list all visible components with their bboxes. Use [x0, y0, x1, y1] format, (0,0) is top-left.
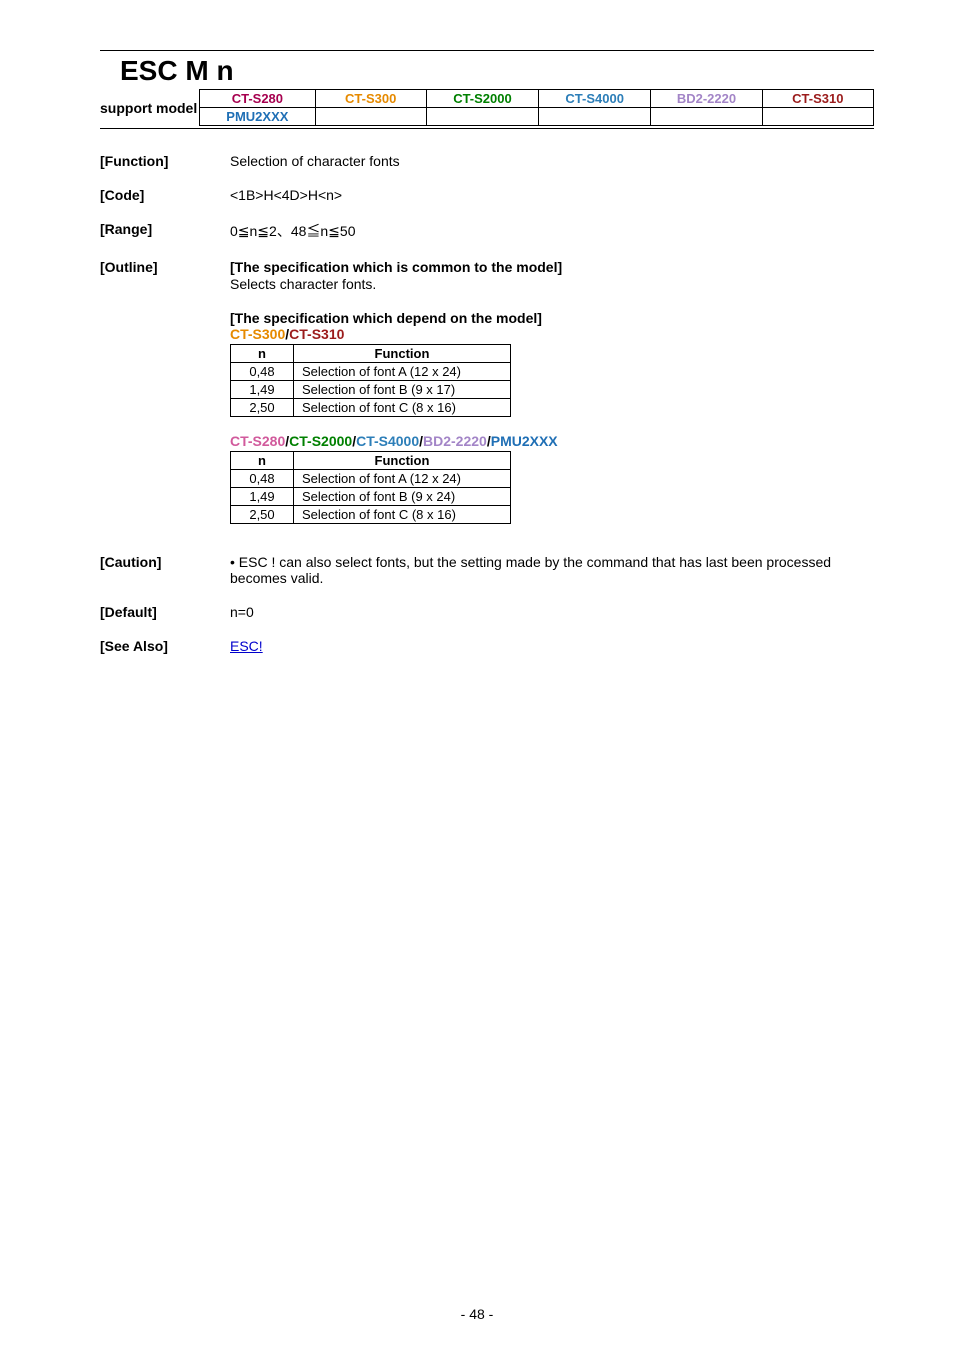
outline-common-title: [The specification which is common to th… — [230, 259, 874, 275]
table-row: 2,50Selection of font C (8 x 16) — [231, 506, 511, 524]
model-color-line-1: CT-S300/CT-S310 — [230, 326, 874, 342]
support-cell-empty — [651, 108, 762, 126]
see-also-link[interactable]: ESC! — [230, 638, 263, 654]
cell-function: Selection of font B (9 x 24) — [294, 488, 511, 506]
label-range: [Range] — [100, 221, 230, 241]
field-function: [Function] Selection of character fonts — [100, 153, 874, 169]
cell-n: 0,48 — [231, 470, 294, 488]
model-token: PMU2XXX — [491, 433, 558, 449]
label-outline: [Outline] — [100, 259, 230, 524]
value-range: 0≦n≦2、48≦n≦50 — [230, 221, 874, 241]
label-default: [Default] — [100, 604, 230, 620]
cell-function: Selection of font C (8 x 16) — [294, 399, 511, 417]
field-range: [Range] 0≦n≦2、48≦n≦50 — [100, 221, 874, 241]
cell-n: 2,50 — [231, 506, 294, 524]
table-row: 1,49Selection of font B (9 x 24) — [231, 488, 511, 506]
outline-common-body: Selects character fonts. — [230, 276, 874, 292]
support-cell-empty — [762, 108, 873, 126]
rule-bottom — [100, 128, 874, 129]
support-cell: BD2-2220 — [651, 90, 762, 108]
cell-function: Selection of font A (12 x 24) — [294, 470, 511, 488]
page-number: - 48 - — [0, 1306, 954, 1322]
value-function: Selection of character fonts — [230, 153, 874, 169]
label-code: [Code] — [100, 187, 230, 203]
cell-n: 0,48 — [231, 363, 294, 381]
support-cell: CT-S4000 — [539, 90, 651, 108]
label-seealso: [See Also] — [100, 638, 230, 654]
model-token: CT-S2000 — [289, 433, 352, 449]
model-token: CT-S300 — [230, 326, 285, 342]
support-cell-empty — [539, 108, 651, 126]
support-cell-empty — [315, 108, 426, 126]
table-row: 1,49Selection of font B (9 x 17) — [231, 381, 511, 399]
support-model-block: support model CT-S280CT-S300CT-S2000CT-S… — [100, 89, 874, 126]
support-cell: CT-S2000 — [426, 90, 538, 108]
cell-function: Selection of font A (12 x 24) — [294, 363, 511, 381]
value-code: <1B>H<4D>H<n> — [230, 187, 874, 203]
col-n: n — [231, 452, 294, 470]
value-default: n=0 — [230, 604, 874, 620]
command-title: ESC M n — [120, 55, 874, 87]
cell-n: 2,50 — [231, 399, 294, 417]
model-token: CT-S310 — [289, 326, 344, 342]
table-row: 0,48Selection of font A (12 x 24) — [231, 470, 511, 488]
support-cell: CT-S280 — [200, 90, 315, 108]
spec-table-2: nFunction0,48Selection of font A (12 x 2… — [230, 451, 511, 524]
cell-function: Selection of font B (9 x 17) — [294, 381, 511, 399]
field-default: [Default] n=0 — [100, 604, 874, 620]
label-function: [Function] — [100, 153, 230, 169]
col-function: Function — [294, 345, 511, 363]
field-code: [Code] <1B>H<4D>H<n> — [100, 187, 874, 203]
col-function: Function — [294, 452, 511, 470]
table-row: 0,48Selection of font A (12 x 24) — [231, 363, 511, 381]
model-color-line-2: CT-S280/CT-S2000/CT-S4000/BD2-2220/PMU2X… — [230, 433, 874, 449]
model-token: CT-S4000 — [356, 433, 419, 449]
cell-n: 1,49 — [231, 488, 294, 506]
table-row: 2,50Selection of font C (8 x 16) — [231, 399, 511, 417]
label-caution: [Caution] — [100, 554, 230, 586]
support-cell: PMU2XXX — [200, 108, 315, 126]
support-cell: CT-S300 — [315, 90, 426, 108]
support-cell: CT-S310 — [762, 90, 873, 108]
value-caution: • ESC ! can also select fonts, but the s… — [230, 554, 874, 586]
spec-table-1: nFunction0,48Selection of font A (12 x 2… — [230, 344, 511, 417]
outline-depend-title: [The specification which depend on the m… — [230, 310, 874, 326]
support-cell-empty — [426, 108, 538, 126]
model-token: CT-S280 — [230, 433, 285, 449]
rule-top — [100, 50, 874, 51]
field-seealso: [See Also] ESC! — [100, 638, 874, 654]
field-caution: [Caution] • ESC ! can also select fonts,… — [100, 554, 874, 586]
col-n: n — [231, 345, 294, 363]
cell-n: 1,49 — [231, 381, 294, 399]
model-token: BD2-2220 — [423, 433, 487, 449]
field-outline: [Outline] [The specification which is co… — [100, 259, 874, 524]
support-model-label: support model — [100, 100, 199, 116]
support-model-table: CT-S280CT-S300CT-S2000CT-S4000BD2-2220CT… — [199, 89, 874, 126]
cell-function: Selection of font C (8 x 16) — [294, 506, 511, 524]
